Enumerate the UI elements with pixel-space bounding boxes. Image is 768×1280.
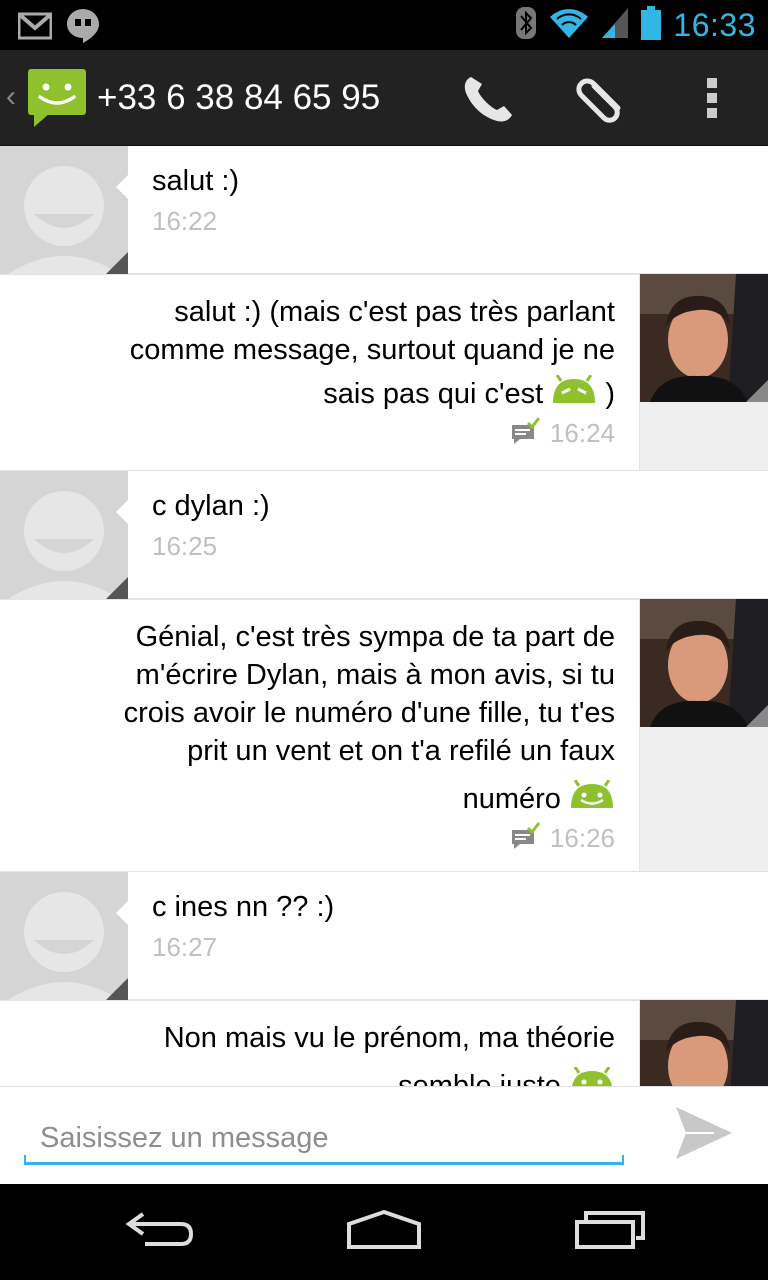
message-text: c dylan :) (152, 490, 270, 522)
message-text-end: sais pas qui c'est (323, 378, 544, 410)
message-line: prit un vent et on t'a refilé un faux (187, 735, 615, 767)
recent-apps-icon (574, 1210, 646, 1255)
android-smile-emoji-icon (569, 1066, 615, 1086)
back-chevron-icon[interactable]: ‹ (6, 80, 16, 114)
contact-title[interactable]: +33 6 38 84 65 95 (97, 78, 380, 118)
gmail-icon (17, 12, 53, 45)
message-time: 16:26 (549, 823, 615, 854)
my-avatar[interactable] (640, 1000, 768, 1086)
battery-icon (641, 6, 662, 45)
phone-icon (461, 73, 515, 128)
message-time: 16:24 (549, 418, 615, 449)
message-line: m'écrire Dylan, mais à mon avis, si tu (135, 659, 615, 691)
message-text: salut :) (mais c'est pas très parlant co… (20, 293, 615, 415)
overflow-menu-button[interactable] (682, 70, 742, 130)
message-line: Non mais vu le prénom, ma théorie (163, 1022, 615, 1054)
attach-button[interactable] (570, 70, 630, 130)
message-item[interactable]: Génial, c'est très sympa de ta part de m… (0, 599, 768, 871)
home-icon (346, 1209, 422, 1255)
message-bubble: Génial, c'est très sympa de ta part de m… (0, 599, 640, 871)
hangouts-icon (66, 8, 100, 49)
status-clock: 16:33 (673, 7, 756, 43)
message-item[interactable]: salut :) (mais c'est pas très parlant co… (0, 274, 768, 470)
action-bar: ‹ +33 6 38 84 65 95 (0, 50, 768, 146)
message-bubble: c ines nn ?? :) 16:27 (128, 872, 768, 999)
my-avatar[interactable] (640, 599, 768, 727)
message-line: sais pas qui c'est ) (20, 374, 615, 415)
message-bubble: salut :) 16:22 (128, 146, 768, 273)
send-icon (674, 1105, 734, 1166)
delivered-icon (510, 417, 541, 450)
overflow-menu-icon (705, 76, 719, 125)
wifi-icon (549, 7, 589, 44)
message-input[interactable] (24, 1103, 624, 1165)
send-button[interactable] (668, 1103, 740, 1167)
messaging-app-icon[interactable] (26, 67, 88, 134)
nav-back-button[interactable] (110, 1202, 210, 1262)
navigation-bar (0, 1184, 768, 1280)
message-line: salut :) (mais c'est pas très parlant (174, 296, 615, 328)
message-text-suffix: ) (605, 378, 615, 410)
screen: 16:33 ‹ +33 6 38 84 65 95 salut:) 16:22… (0, 0, 768, 1280)
message-item[interactable]: c ines nn ?? :) 16:27 (0, 872, 768, 1000)
message-text-end: numéro (462, 783, 561, 815)
message-line: crois avoir le numéro d'une fille, tu t'… (123, 697, 615, 729)
message-line: Génial, c'est très sympa de ta part de (135, 621, 615, 653)
bubble-pointer (116, 900, 129, 926)
contact-avatar-placeholder[interactable] (0, 471, 128, 599)
signal-icon (601, 7, 629, 44)
message-text-end: semble juste (398, 1070, 561, 1086)
contact-avatar-placeholder[interactable] (0, 146, 128, 274)
compose-bar (0, 1086, 768, 1184)
input-underline-edge (622, 1155, 624, 1165)
call-button[interactable] (458, 70, 518, 130)
nav-home-button[interactable] (334, 1202, 434, 1262)
attach-icon (572, 72, 628, 129)
message-list[interactable]: salut :) 16:22 salut :) (mais c'est pas … (0, 146, 768, 1086)
message-item[interactable]: salut :) 16:22 (0, 146, 768, 274)
delivered-icon (510, 822, 541, 855)
message-line: comme message, surtout quand je ne (129, 334, 615, 366)
bluetooth-icon (515, 6, 537, 45)
nav-recents-button[interactable] (560, 1202, 660, 1262)
message-line: semble juste (20, 1066, 615, 1086)
message-line: numéro (20, 779, 615, 820)
back-arrow-icon (125, 1210, 195, 1255)
message-text: Non mais vu le prénom, ma théorie semble… (20, 1019, 615, 1086)
android-smile-emoji-icon (569, 779, 615, 820)
message-bubble: c dylan :) 16:25 (128, 471, 768, 598)
message-bubble: salut :) (mais c'est pas très parlant co… (0, 274, 640, 470)
message-time: 16:25 (152, 531, 218, 561)
message-bubble: Non mais vu le prénom, ma théorie semble… (0, 1000, 640, 1086)
message-item[interactable]: c dylan :) 16:25 (0, 471, 768, 599)
bubble-pointer (116, 499, 129, 525)
android-wink-emoji-icon (551, 374, 597, 415)
message-text: salut :) (152, 165, 240, 197)
my-avatar[interactable] (640, 274, 768, 402)
status-bar: 16:33 (0, 0, 768, 50)
message-time: 16:27 (152, 932, 218, 962)
message-text: c ines nn ?? :) (152, 891, 335, 923)
message-item[interactable]: Non mais vu le prénom, ma théorie semble… (0, 1000, 768, 1086)
message-time: 16:22 (152, 206, 218, 236)
message-text: Génial, c'est très sympa de ta part de m… (20, 618, 615, 820)
bubble-pointer (116, 174, 129, 200)
contact-avatar-placeholder[interactable] (0, 872, 128, 1000)
input-underline-edge (24, 1155, 26, 1165)
